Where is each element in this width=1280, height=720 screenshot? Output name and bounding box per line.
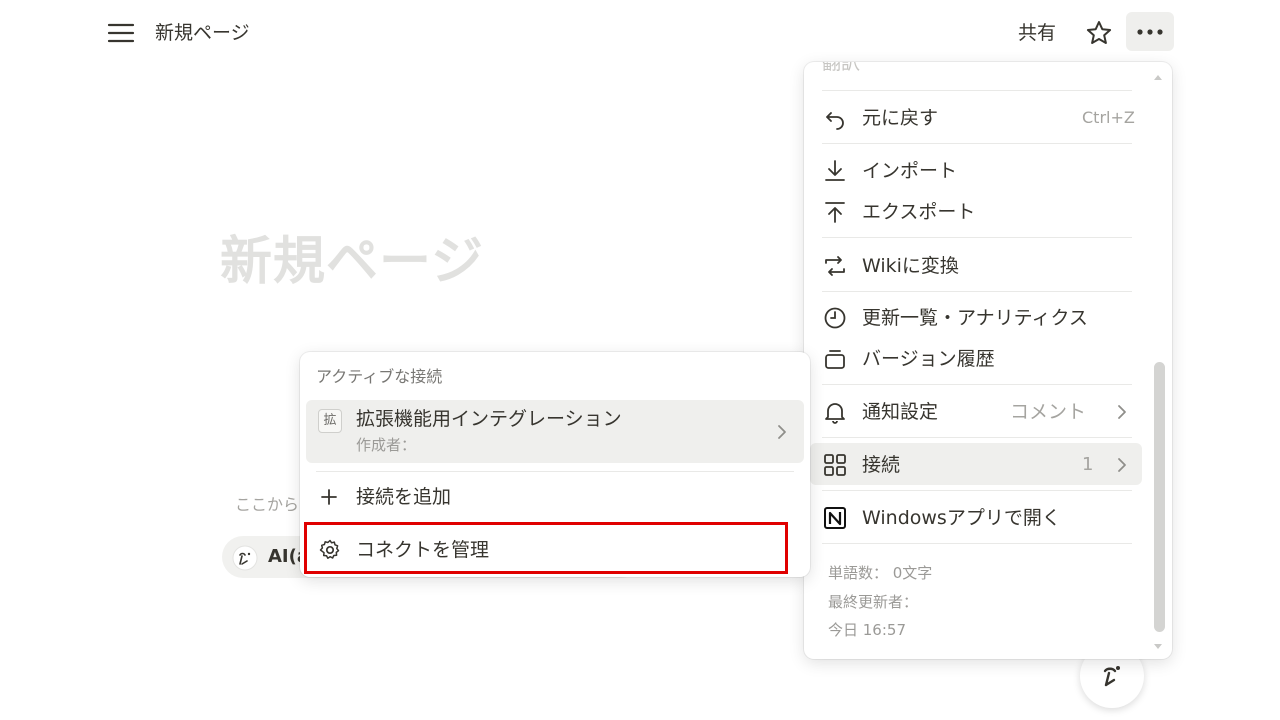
page-options-menu: 翻訳 元に戻す Ctrl+Z インポート エクスポート Wikiに変換 更新一覧… xyxy=(804,62,1172,659)
menu-item-label: Windowsアプリで開く xyxy=(862,507,1061,529)
more-options-button[interactable] xyxy=(1126,12,1174,51)
menu-item-label: 接続 xyxy=(862,454,901,476)
connections-count: 1 xyxy=(1082,454,1094,475)
chevron-right-icon xyxy=(778,425,786,439)
menu-item-label: インポート xyxy=(862,160,958,182)
star-icon xyxy=(1086,21,1112,44)
chevron-right-icon xyxy=(1118,458,1126,472)
convert-icon xyxy=(825,256,845,276)
word-count: 単語数： 0文字 xyxy=(828,564,933,582)
scroll-up-arrow-icon xyxy=(1154,75,1162,80)
last-edited-time: 今日 16:57 xyxy=(828,621,906,639)
page-title-placeholder[interactable]: 新規ページ xyxy=(220,230,484,294)
import-icon xyxy=(825,160,845,181)
menu-item-label: 通知設定 xyxy=(862,401,939,423)
menu-item-label: 更新一覧・アナリティクス xyxy=(862,307,1088,329)
scroll-down-arrow-icon xyxy=(1154,644,1162,649)
connection-item-subtitle: 作成者： xyxy=(356,436,417,454)
breadcrumb-page-name[interactable]: 新規ページ xyxy=(155,20,250,46)
menu-item-label: Wikiに変換 xyxy=(862,255,959,277)
connections-grid-icon xyxy=(824,454,846,476)
share-button[interactable]: 共有 xyxy=(1018,20,1056,46)
gear-icon xyxy=(319,539,340,559)
shortcut-hint: Ctrl+Z xyxy=(1082,108,1135,127)
active-connections-header: アクティブな接続 xyxy=(316,367,443,386)
add-connection-label: 接続を追加 xyxy=(356,486,452,508)
export-icon xyxy=(825,202,845,223)
plus-icon xyxy=(321,489,337,505)
menu-item-label: エクスポート xyxy=(862,201,976,223)
menu-divider xyxy=(822,90,1132,91)
last-edited-by: 最終更新者： xyxy=(828,593,919,611)
page-hint-text: ここから xyxy=(235,495,300,514)
notion-logo-icon xyxy=(824,507,846,529)
menu-divider xyxy=(822,384,1132,385)
version-history-icon xyxy=(825,350,845,369)
menu-divider xyxy=(822,437,1132,438)
integration-badge-icon: 拡 xyxy=(318,409,342,433)
notification-setting-value: コメント xyxy=(1010,401,1087,423)
bell-icon xyxy=(825,403,845,424)
menu-scrollbar-thumb[interactable] xyxy=(1154,362,1165,632)
connections-submenu: アクティブな接続 拡 拡張機能用インテグレーション 作成者： 接続を追加 コネク… xyxy=(300,352,810,577)
menu-divider xyxy=(822,543,1132,544)
menu-button[interactable] xyxy=(106,20,136,46)
ai-sparkle-icon xyxy=(232,545,258,571)
favorite-button[interactable] xyxy=(1084,19,1114,47)
menu-item-translate-partial[interactable]: 翻訳 xyxy=(822,62,860,76)
menu-divider xyxy=(822,490,1132,491)
undo-icon xyxy=(826,112,844,130)
menu-divider xyxy=(822,237,1132,238)
menu-item-label: バージョン履歴 xyxy=(862,348,995,370)
connection-item-title: 拡張機能用インテグレーション xyxy=(356,408,622,430)
menu-divider xyxy=(822,143,1132,144)
clock-icon xyxy=(824,307,846,329)
menu-divider xyxy=(822,291,1132,292)
chevron-right-icon xyxy=(1118,405,1126,419)
menu-icon xyxy=(107,23,135,43)
manage-connections-label: コネクトを管理 xyxy=(356,539,490,561)
menu-divider xyxy=(316,471,794,472)
more-dots-icon xyxy=(1137,29,1163,35)
menu-item-label: 元に戻す xyxy=(862,107,939,129)
